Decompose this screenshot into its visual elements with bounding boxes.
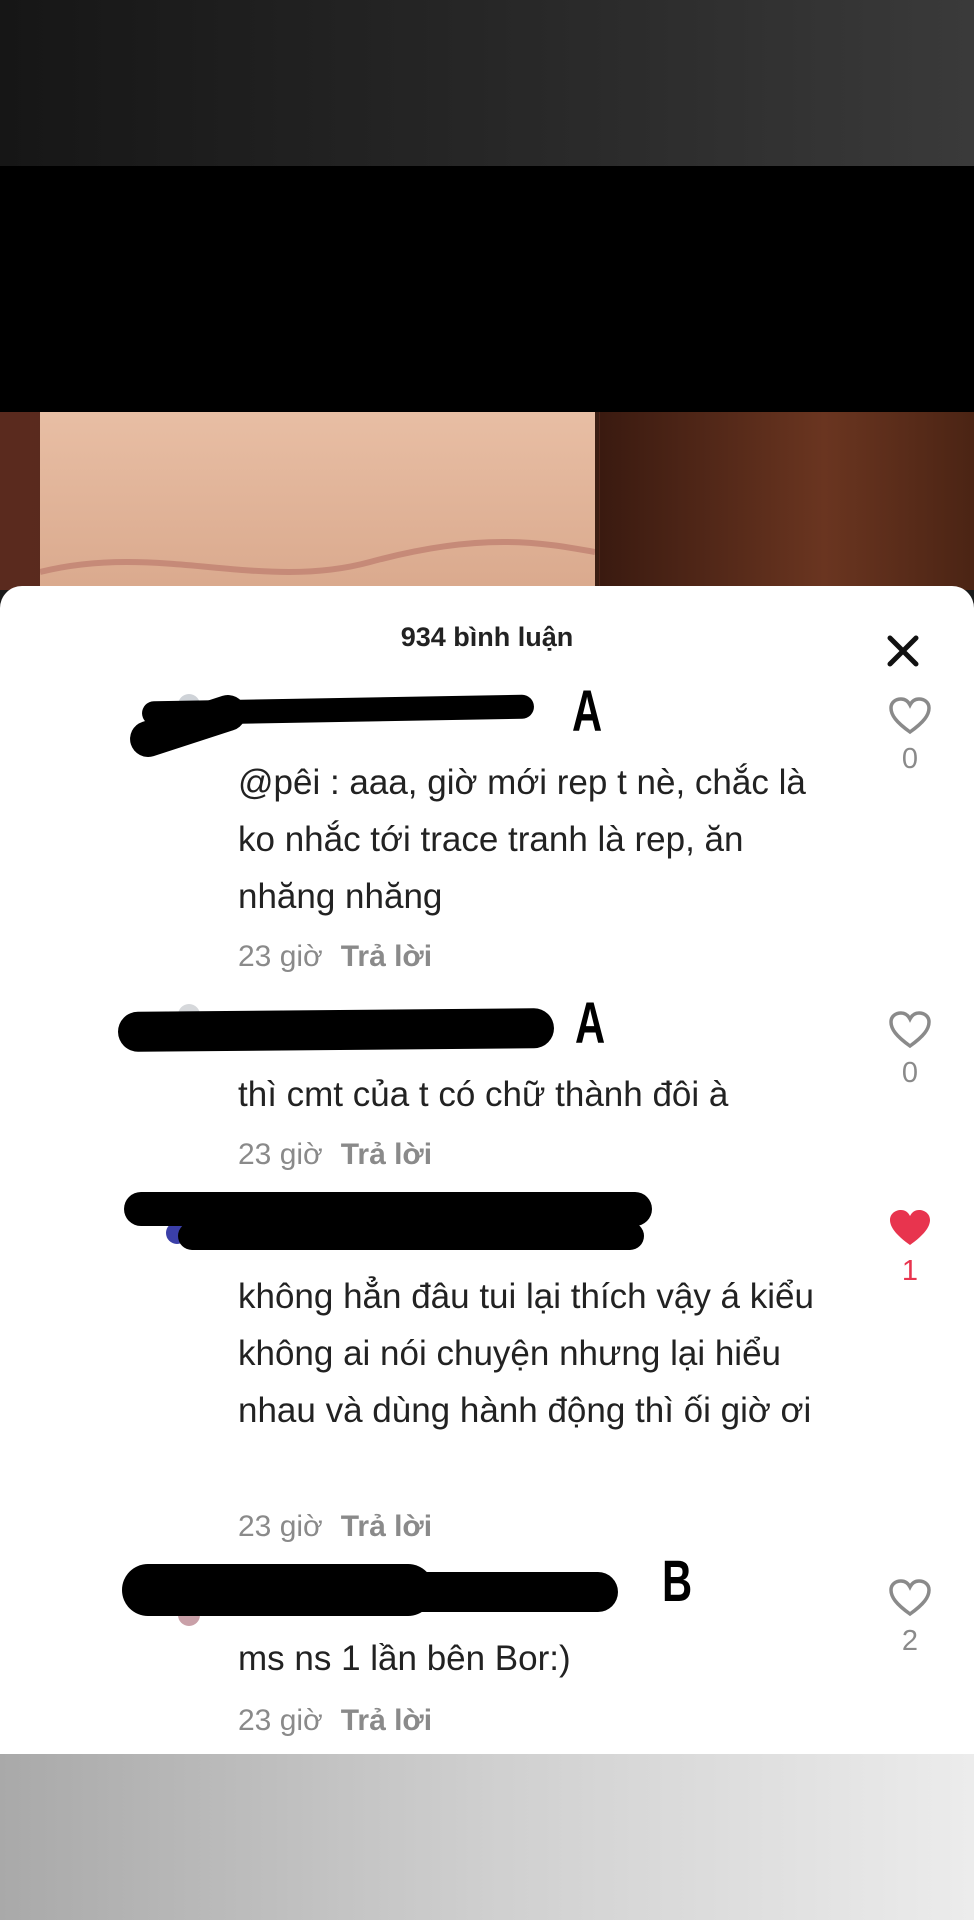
comments-count-title: 934 bình luận (400, 622, 574, 652)
comment-text: ms ns 1 lần bên Bor:) (238, 1639, 571, 1678)
heart-outline-icon (889, 1579, 931, 1617)
annotation-marker: A (575, 991, 606, 1056)
heart-outline-icon (889, 1011, 931, 1049)
video-letterbox (0, 166, 974, 412)
video-frame-door (600, 412, 974, 590)
comment-time: 23 giờ (238, 1704, 323, 1737)
comment-text: thì cmt của t có chữ thành đôi à (238, 1075, 729, 1114)
blurred-background-top (0, 0, 974, 166)
comment-text: không hẳn đâu tui lại thích vậy á kiểu k… (238, 1277, 814, 1430)
comment-meta: 23 giờ Trả lời (238, 940, 432, 974)
comment-time: 23 giờ (238, 940, 323, 973)
comment-meta: 23 giờ Trả lời (238, 1704, 432, 1738)
comment-meta: 23 giờ Trả lời (238, 1138, 432, 1172)
redacted-username (124, 1192, 652, 1226)
reply-button[interactable]: Trả lời (341, 1138, 432, 1171)
reply-button[interactable]: Trả lời (341, 940, 432, 973)
redacted-username (117, 1008, 555, 1052)
comment-text: @pêi : aaa, giờ mới rep t nè, chắc là ko… (238, 763, 806, 916)
reply-button[interactable]: Trả lời (341, 1510, 432, 1543)
like-button[interactable]: 2 (880, 1578, 940, 1658)
comment-time: 23 giờ (238, 1138, 323, 1171)
comments-sheet: 934 bình luận A @pêi : aaa, giờ mới rep … (0, 586, 974, 1754)
comment-time: 23 giờ (238, 1510, 323, 1543)
like-count: 0 (901, 1057, 919, 1089)
reply-button[interactable]: Trả lời (341, 1704, 432, 1737)
heart-outline-icon (889, 697, 931, 735)
video-frame-curve (40, 539, 595, 575)
close-icon[interactable] (878, 626, 928, 676)
like-button[interactable]: 0 (880, 1010, 940, 1090)
like-count: 0 (901, 743, 919, 775)
annotation-marker: A (572, 679, 603, 744)
redacted-username (300, 1572, 618, 1612)
video-preview[interactable] (0, 412, 974, 590)
redacted-username (178, 1222, 644, 1250)
blurred-background-bottom (0, 1754, 974, 1920)
like-button[interactable]: 1 (880, 1208, 940, 1288)
comment-meta: 23 giờ Trả lời (238, 1510, 432, 1544)
like-count: 2 (901, 1625, 919, 1657)
annotation-marker: B (662, 1549, 693, 1614)
heart-filled-icon (890, 1210, 930, 1245)
like-count: 1 (901, 1255, 919, 1287)
like-button[interactable]: 0 (880, 696, 940, 776)
